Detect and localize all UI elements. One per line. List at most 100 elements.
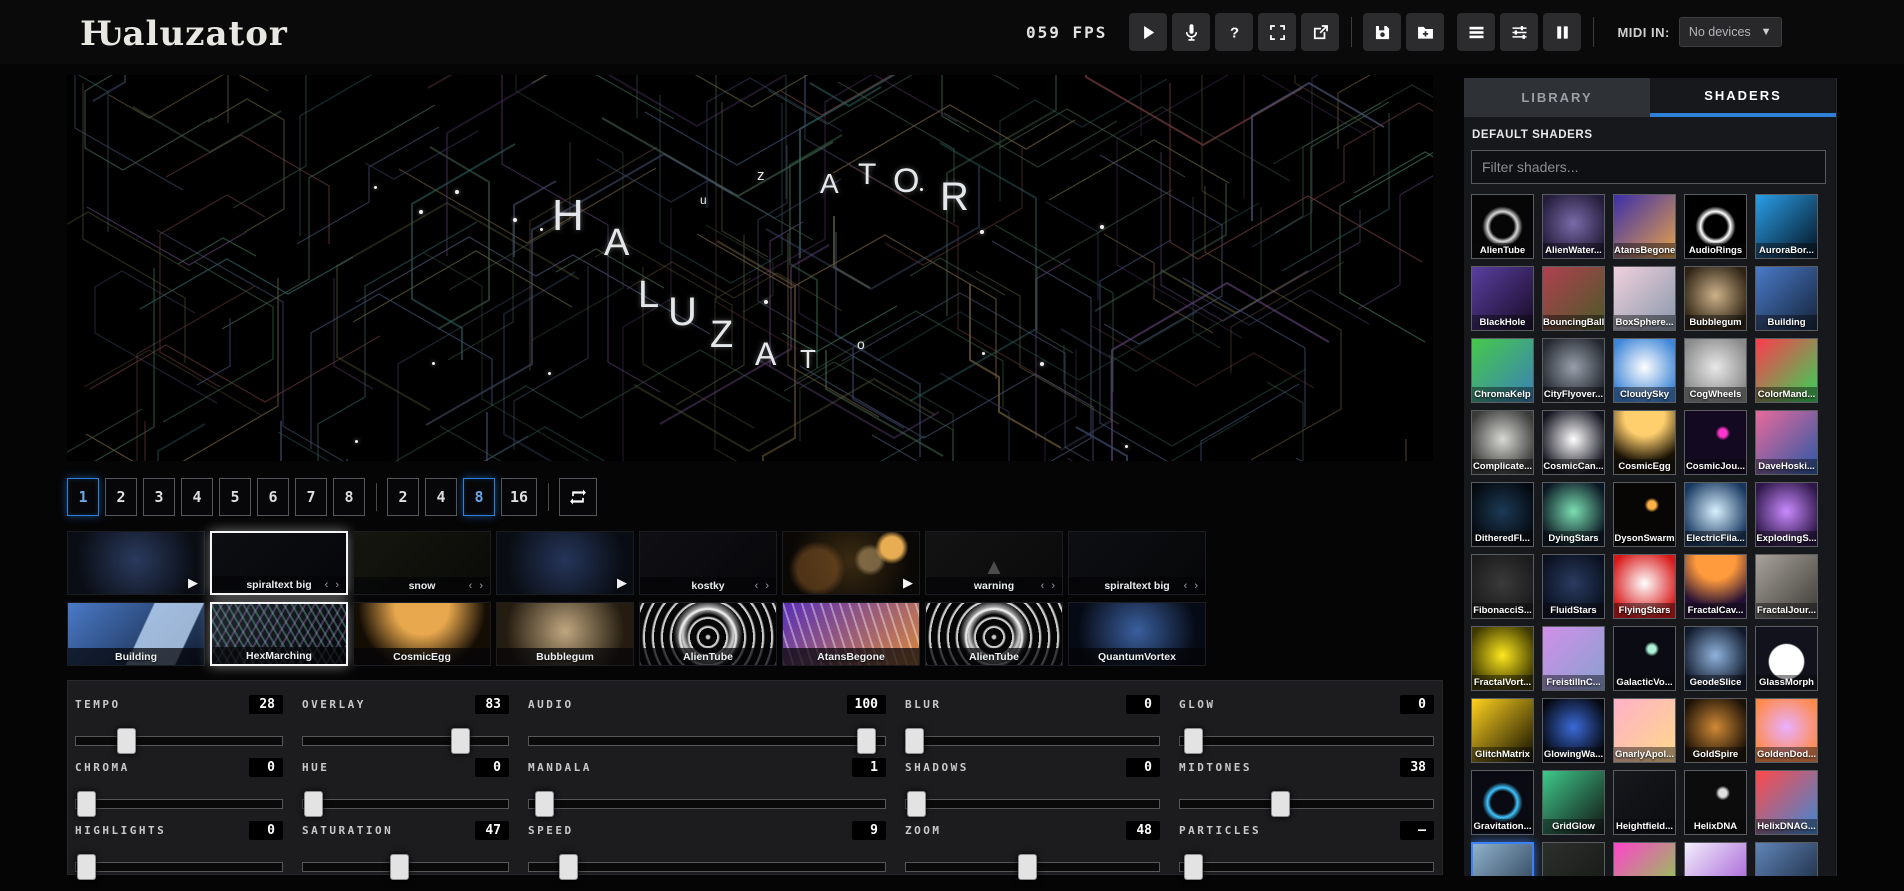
shader-tile-cogwheels[interactable]: CogWheels (1684, 338, 1747, 403)
deck-tile-spiraltext-big[interactable]: spiraltext big ‹ › (1068, 531, 1206, 595)
slider-track[interactable] (905, 736, 1160, 746)
shader-tile-ditheredfl[interactable]: DitheredFl... (1471, 482, 1534, 547)
shader-tile[interactable] (1613, 842, 1676, 876)
deck-tile-video[interactable]: ▶ (67, 531, 205, 595)
shader-tile-helixdnag[interactable]: HelixDNAG... (1755, 770, 1818, 835)
deck-tile-video[interactable]: ▶ (496, 531, 634, 595)
scene-button-8[interactable]: 8 (333, 478, 365, 516)
tune-button[interactable] (1500, 13, 1539, 51)
scene-button-5[interactable]: 5 (219, 478, 251, 516)
shader-tile-colormand[interactable]: ColorMand... (1755, 338, 1818, 403)
slider-track[interactable] (1179, 736, 1434, 746)
shader-tile-davehoski[interactable]: DaveHoski... (1755, 410, 1818, 475)
shader-tile-goldendod[interactable]: GoldenDod... (1755, 698, 1818, 763)
shader-tile-electricfila[interactable]: ElectricFila... (1684, 482, 1747, 547)
shader-tile-blackhole[interactable]: BlackHole (1471, 266, 1534, 331)
slider-handle[interactable] (1183, 728, 1203, 754)
menu-button[interactable] (1457, 13, 1496, 51)
shader-tile-cityflyover[interactable]: CityFlyover... (1542, 338, 1605, 403)
shader-tile-complicate[interactable]: Complicate... (1471, 410, 1534, 475)
slider-handle[interactable] (1271, 791, 1291, 817)
loop-toggle-button[interactable] (559, 478, 598, 516)
shader-tile-dysonswarm[interactable]: DysonSwarm (1613, 482, 1676, 547)
shader-tile[interactable] (1471, 842, 1534, 876)
cycle-arrows-icon[interactable]: ‹ › (1184, 580, 1200, 592)
shader-tile-galacticvo[interactable]: GalacticVo... (1613, 626, 1676, 691)
shader-tile-freistilinc[interactable]: FreistilInC... (1542, 626, 1605, 691)
shader-tile-cloudysky[interactable]: CloudySky (1613, 338, 1676, 403)
deck-tile-spiraltext-big[interactable]: spiraltext big ‹ › (210, 531, 348, 595)
slider-handle[interactable] (76, 854, 96, 880)
tab-shaders[interactable]: SHADERS (1650, 78, 1836, 117)
shader-tile-heightfield[interactable]: Heightfield... (1613, 770, 1676, 835)
cycle-arrows-icon[interactable]: ‹ › (1041, 580, 1057, 592)
deck-tile-alientube[interactable]: AlienTube (925, 602, 1063, 666)
slider-track[interactable] (905, 799, 1160, 809)
slider-track[interactable] (528, 736, 886, 746)
shader-tile-glassmorph[interactable]: GlassMorph (1755, 626, 1818, 691)
shader-tile-glowingwa[interactable]: GlowingWa... (1542, 698, 1605, 763)
shader-tile-building[interactable]: Building (1755, 266, 1818, 331)
shader-tile[interactable] (1755, 842, 1818, 876)
slider-handle[interactable] (1018, 854, 1038, 880)
slider-handle[interactable] (303, 791, 323, 817)
shader-tile-bouncingball[interactable]: BouncingBall (1542, 266, 1605, 331)
shader-tile-explodings[interactable]: ExplodingS... (1755, 482, 1818, 547)
shader-tile-cosmicjou[interactable]: CosmicJou... (1684, 410, 1747, 475)
shader-tile-audiorings[interactable]: AudioRings (1684, 194, 1747, 259)
shader-tile-fibonaccis[interactable]: FibonacciS... (1471, 554, 1534, 619)
slider-handle[interactable] (76, 791, 96, 817)
shader-tile-geodeslice[interactable]: GeodeSlice (1684, 626, 1747, 691)
slider-track[interactable] (1179, 799, 1434, 809)
slider-track[interactable] (528, 799, 886, 809)
shader-tile-fractaljour[interactable]: FractalJour... (1755, 554, 1818, 619)
deck-tile-snow[interactable]: snow ‹ › (353, 531, 491, 595)
deck-tile-video[interactable]: ▶ (782, 531, 920, 595)
shader-tile-goldspire[interactable]: GoldSpire (1684, 698, 1747, 763)
scene-button-2[interactable]: 2 (105, 478, 137, 516)
beats-button-8[interactable]: 8 (463, 478, 495, 516)
slider-track[interactable] (528, 862, 886, 872)
beats-button-4[interactable]: 4 (425, 478, 457, 516)
deck-tile-cosmicegg[interactable]: CosmicEgg (353, 602, 491, 666)
deck-tile-alientube[interactable]: AlienTube (639, 602, 777, 666)
deck-tile-quantumvortex[interactable]: QuantumVortex (1068, 602, 1206, 666)
shader-tile-boxsphere[interactable]: BoxSphere... (1613, 266, 1676, 331)
shader-tile-atansbegone[interactable]: AtansBegone (1613, 194, 1676, 259)
shader-tile[interactable] (1684, 842, 1747, 876)
slider-handle[interactable] (116, 728, 136, 754)
shader-tile-flyingstars[interactable]: FlyingStars (1613, 554, 1676, 619)
midi-device-select[interactable]: No devices ▼ (1678, 17, 1782, 47)
slider-track[interactable] (75, 799, 283, 809)
deck-tile-kostky[interactable]: kostky ‹ › (639, 531, 777, 595)
shader-tile-dyingstars[interactable]: DyingStars (1542, 482, 1605, 547)
pause-button[interactable] (1543, 13, 1582, 51)
deck-tile-warning[interactable]: ▲ warning ‹ › (925, 531, 1063, 595)
shader-tile-gravitation[interactable]: Gravitation... (1471, 770, 1534, 835)
slider-handle[interactable] (534, 791, 554, 817)
slider-handle[interactable] (1183, 854, 1203, 880)
slider-track[interactable] (75, 736, 283, 746)
slider-track[interactable] (302, 736, 509, 746)
scene-button-1[interactable]: 1 (67, 478, 99, 516)
scene-button-4[interactable]: 4 (181, 478, 213, 516)
shader-tile-cosmicegg[interactable]: CosmicEgg (1613, 410, 1676, 475)
cycle-arrows-icon[interactable]: ‹ › (755, 580, 771, 592)
beats-button-2[interactable]: 2 (387, 478, 419, 516)
shader-tile-fluidstars[interactable]: FluidStars (1542, 554, 1605, 619)
slider-handle[interactable] (558, 854, 578, 880)
slider-handle[interactable] (905, 728, 924, 754)
deck-tile-hexmarching[interactable]: HexMarching (210, 602, 348, 666)
shader-tile-helixdna[interactable]: HelixDNA (1684, 770, 1747, 835)
beats-button-16[interactable]: 16 (501, 478, 538, 516)
tab-library[interactable]: LIBRARY (1464, 78, 1650, 117)
cycle-arrows-icon[interactable]: ‹ › (325, 579, 341, 591)
shader-tile-gridglow[interactable]: GridGlow (1542, 770, 1605, 835)
shader-tile-fractalcav[interactable]: FractalCav... (1684, 554, 1747, 619)
slider-track[interactable] (302, 799, 509, 809)
shader-tile-gnarlyapol[interactable]: GnarlyApol... (1613, 698, 1676, 763)
scene-button-7[interactable]: 7 (295, 478, 327, 516)
scene-button-6[interactable]: 6 (257, 478, 289, 516)
slider-track[interactable] (75, 862, 283, 872)
deck-tile-atansbegone[interactable]: AtansBegone (782, 602, 920, 666)
